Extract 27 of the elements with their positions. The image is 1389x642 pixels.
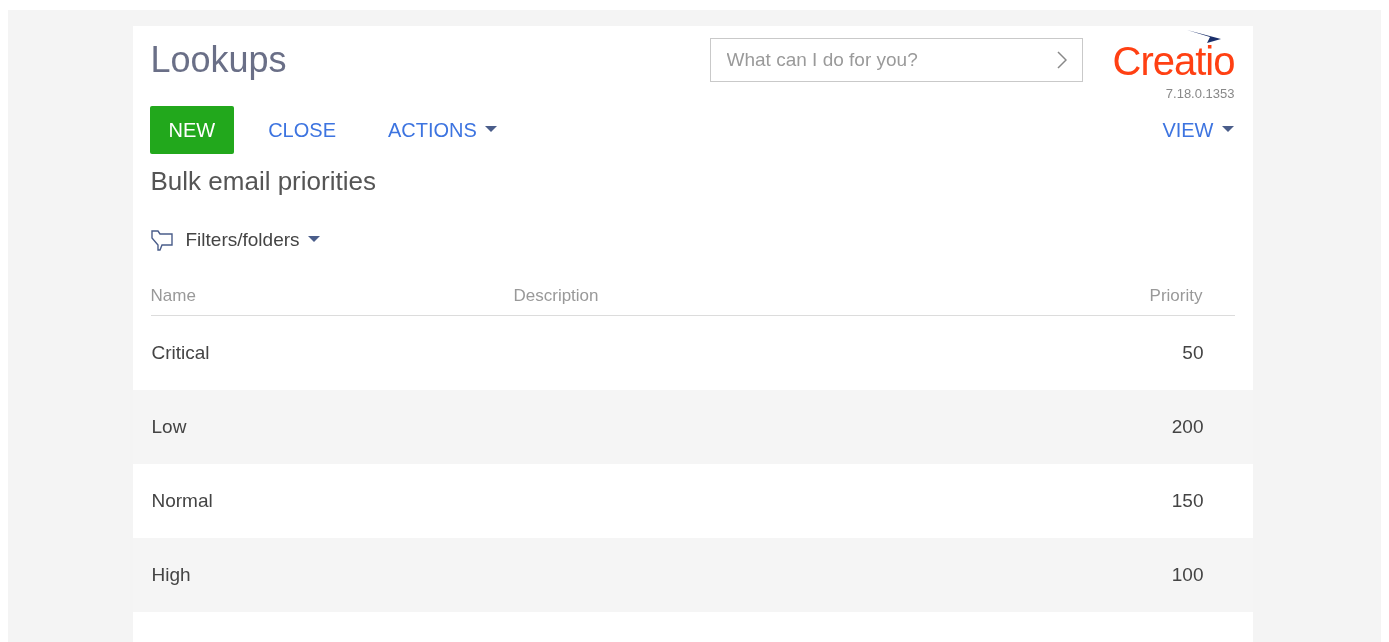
table-cell-text: 150 <box>1171 488 1204 513</box>
table-cell-text: High <box>151 562 192 587</box>
actions-menu-button[interactable]: ACTIONS <box>388 114 497 145</box>
view-menu-button[interactable]: VIEW <box>1162 114 1234 145</box>
column-header[interactable]: Name <box>150 282 514 309</box>
caret-icon <box>1221 126 1234 133</box>
new-button[interactable]: NEW <box>149 105 235 154</box>
chevron-right-icon[interactable] <box>1056 51 1067 69</box>
column-header[interactable]: Priority <box>1149 282 1203 309</box>
table-cell-text: 200 <box>1171 414 1204 439</box>
caret-icon <box>307 236 320 244</box>
table-cell-text: Low <box>151 414 188 439</box>
table-cell-text: 50 <box>1182 340 1204 365</box>
caret-icon <box>484 126 497 133</box>
close-button[interactable]: CLOSE <box>268 114 336 145</box>
table-cell-text: 100 <box>1171 562 1204 587</box>
page-title: Lookups <box>150 38 288 82</box>
table-row[interactable]: High 100 <box>132 538 1253 612</box>
section-title: Bulk email priorities <box>149 164 377 198</box>
logo: Creatio <box>1112 39 1235 83</box>
table-cell-text: Critical <box>151 340 211 365</box>
table-cell-text: Normal <box>151 488 214 513</box>
column-header[interactable]: Description <box>513 282 1150 309</box>
version-label: 7.18.0.1353 <box>1165 85 1235 103</box>
search-field[interactable]: What can I do for you? <box>709 38 1083 82</box>
filters-folders-menu[interactable]: Filters/folders <box>185 225 320 254</box>
table-row[interactable]: Low 200 <box>132 390 1253 464</box>
